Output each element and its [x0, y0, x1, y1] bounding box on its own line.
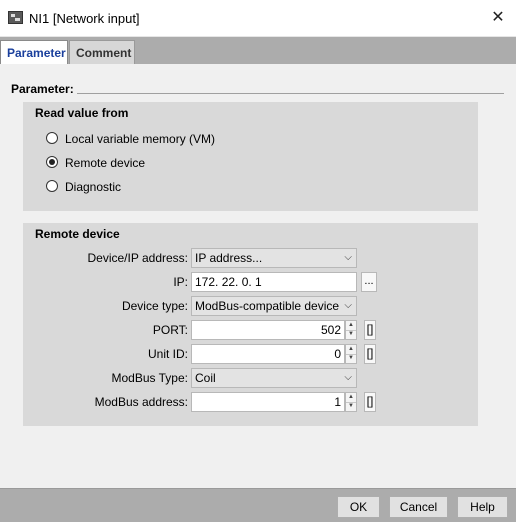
- spin-down-icon[interactable]: ▼: [346, 330, 356, 339]
- unit-id-label: Unit ID:: [147, 347, 188, 361]
- unit-id-bracket-button[interactable]: []: [364, 344, 376, 364]
- remote-device-title: Remote device: [35, 227, 120, 241]
- close-icon[interactable]: ✕: [488, 8, 508, 28]
- radio-label: Remote device: [65, 156, 146, 170]
- spin-down-icon[interactable]: ▼: [346, 354, 356, 363]
- modbus-type-value: Coil: [195, 371, 216, 385]
- unit-id-field[interactable]: 0: [191, 344, 345, 364]
- section-divider: [77, 93, 504, 94]
- ip-browse-button[interactable]: ...: [361, 272, 377, 292]
- modbus-type-select[interactable]: Coil ⌵: [191, 368, 357, 388]
- modbus-type-label: ModBus Type:: [111, 371, 189, 385]
- port-label: PORT:: [152, 323, 188, 337]
- modbus-address-label: ModBus address:: [94, 395, 188, 409]
- ip-address-field[interactable]: 172. 22. 0. 1: [191, 272, 357, 292]
- port-field[interactable]: 502: [191, 320, 345, 340]
- device-type-label: Device type:: [121, 299, 188, 313]
- help-button[interactable]: Help: [457, 496, 508, 518]
- radio-label: Diagnostic: [65, 180, 122, 194]
- tab-bar: Parameter Comment: [0, 37, 516, 64]
- unit-id-stepper[interactable]: ▲ ▼: [345, 344, 357, 364]
- button-bar: OK Cancel Help: [0, 488, 516, 522]
- remote-device-group: Remote device Device/IP address: IP addr…: [23, 223, 478, 426]
- title-bar: NI1 [Network input] ✕: [0, 0, 516, 37]
- parameter-panel: Parameter: Read value from Local variabl…: [0, 64, 516, 487]
- modbus-address-stepper[interactable]: ▲ ▼: [345, 392, 357, 412]
- radio-button[interactable]: [46, 132, 58, 144]
- chevron-down-icon: ⌵: [344, 300, 352, 311]
- ok-button[interactable]: OK: [337, 496, 380, 518]
- app-icon: [8, 11, 23, 24]
- port-bracket-button[interactable]: []: [364, 320, 376, 340]
- device-ip-address-label: Device/IP address:: [87, 251, 189, 265]
- tab-comment[interactable]: Comment: [69, 40, 135, 64]
- modbus-address-bracket-button[interactable]: []: [364, 392, 376, 412]
- device-ip-address-select[interactable]: IP address... ⌵: [191, 248, 357, 268]
- spin-down-icon[interactable]: ▼: [346, 402, 356, 411]
- parameter-section-label: Parameter:: [11, 82, 74, 96]
- window-title: NI1 [Network input]: [29, 11, 140, 26]
- device-ip-address-value: IP address...: [195, 251, 263, 265]
- port-stepper[interactable]: ▲ ▼: [345, 320, 357, 340]
- chevron-down-icon: ⌵: [344, 252, 352, 263]
- modbus-address-field[interactable]: 1: [191, 392, 345, 412]
- device-type-value: ModBus-compatible device: [195, 299, 340, 313]
- radio-button[interactable]: [46, 180, 58, 192]
- device-type-select[interactable]: ModBus-compatible device ⌵: [191, 296, 357, 316]
- tab-parameter[interactable]: Parameter: [0, 40, 68, 64]
- read-value-from-group: Read value from Local variable memory (V…: [23, 102, 478, 211]
- radio-button-selected[interactable]: [46, 156, 58, 168]
- radio-label: Local variable memory (VM): [65, 132, 216, 146]
- cancel-button[interactable]: Cancel: [389, 496, 448, 518]
- ip-label: IP:: [173, 275, 188, 289]
- chevron-down-icon: ⌵: [344, 372, 352, 383]
- read-value-from-title: Read value from: [35, 106, 129, 120]
